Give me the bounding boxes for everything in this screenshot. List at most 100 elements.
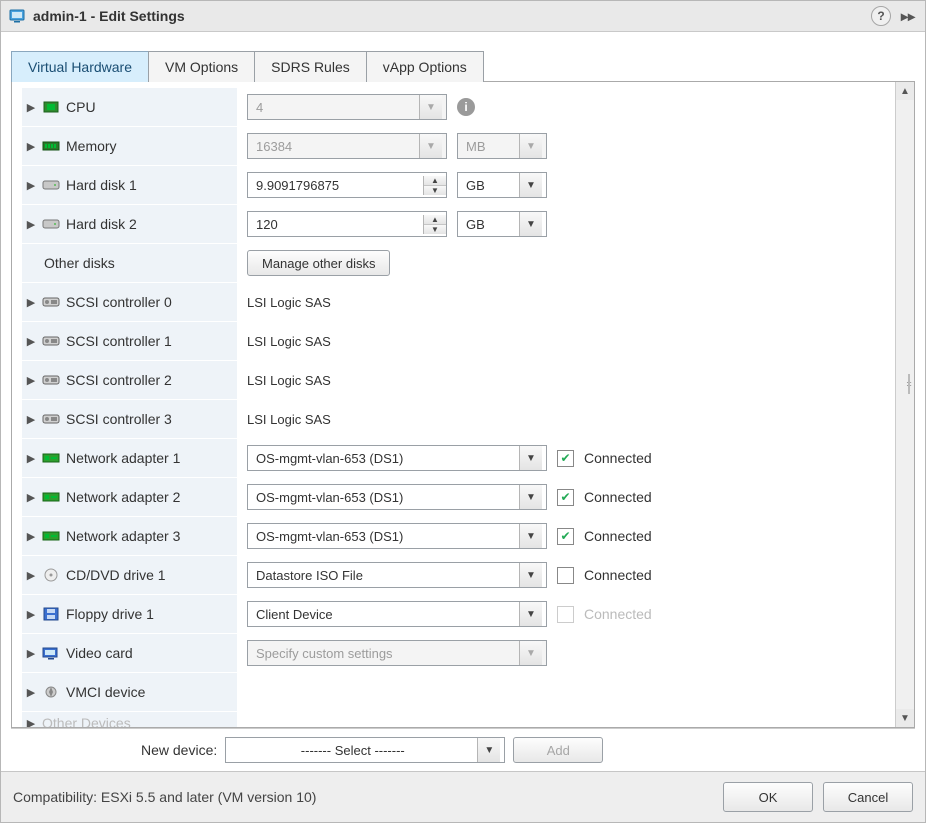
scroll-down-icon[interactable]: ▼: [896, 709, 914, 727]
row-video-card: ▶ Video card Specify custom settings ▼: [12, 634, 895, 673]
row-hard-disk-2: ▶ Hard disk 2 120 ▲▼ GB ▼: [12, 205, 895, 244]
hd2-unit-select[interactable]: GB ▼: [457, 211, 547, 237]
tab-vapp-options[interactable]: vApp Options: [366, 51, 484, 82]
info-icon[interactable]: i: [457, 98, 475, 116]
net3-connected-label: Connected: [584, 528, 652, 544]
expand-floppy[interactable]: ▶: [26, 608, 36, 621]
net2-label: Network adapter 2: [66, 489, 180, 505]
row-cd-dvd: ▶ CD/DVD drive 1 Datastore ISO File ▼ Co…: [12, 556, 895, 595]
chevron-down-icon: ▼: [419, 95, 442, 119]
chevron-down-icon: ▼: [477, 738, 500, 762]
cd-connected-checkbox[interactable]: [557, 567, 574, 584]
cd-dvd-icon: [42, 568, 60, 582]
expand-cpu[interactable]: ▶: [26, 101, 36, 114]
hd1-label: Hard disk 1: [66, 177, 137, 193]
expand-net3[interactable]: ▶: [26, 530, 36, 543]
titlebar: admin-1 - Edit Settings ? ▸▸: [1, 1, 925, 32]
hd1-unit-select[interactable]: GB ▼: [457, 172, 547, 198]
expand-net2[interactable]: ▶: [26, 491, 36, 504]
network-adapter-icon: [42, 529, 60, 543]
vertical-scrollbar[interactable]: ▲ ∷ ▼: [895, 82, 914, 727]
scroll-up-icon[interactable]: ▲: [896, 82, 914, 100]
ok-button[interactable]: OK: [723, 782, 813, 812]
scsi1-value: LSI Logic SAS: [247, 334, 331, 349]
chevron-down-icon: ▼: [519, 134, 542, 158]
expand-hd2[interactable]: ▶: [26, 218, 36, 231]
stepper-down-icon[interactable]: ▼: [424, 225, 446, 234]
stepper-up-icon[interactable]: ▲: [424, 176, 446, 186]
cancel-button[interactable]: Cancel: [823, 782, 913, 812]
memory-unit-select[interactable]: MB ▼: [457, 133, 547, 159]
vmci-label: VMCI device: [66, 684, 145, 700]
scsi1-label: SCSI controller 1: [66, 333, 172, 349]
row-floppy: ▶ Floppy drive 1 Client Device ▼ Connect…: [12, 595, 895, 634]
row-scsi-3: ▶ SCSI controller 3 LSI Logic SAS: [12, 400, 895, 439]
expand-video[interactable]: ▶: [26, 647, 36, 660]
tab-vm-options[interactable]: VM Options: [148, 51, 255, 82]
expand-scsi0[interactable]: ▶: [26, 296, 36, 309]
tab-virtual-hardware[interactable]: Virtual Hardware: [11, 51, 149, 82]
compatibility-text: Compatibility: ESXi 5.5 and later (VM ve…: [13, 789, 316, 805]
row-hard-disk-1: ▶ Hard disk 1 9.9091796875 ▲▼ GB: [12, 166, 895, 205]
expand-button[interactable]: ▸▸: [899, 7, 917, 25]
expand-hd1[interactable]: ▶: [26, 179, 36, 192]
edit-settings-dialog: admin-1 - Edit Settings ? ▸▸ Virtual Har…: [0, 0, 926, 823]
chevron-down-icon: ▼: [519, 602, 542, 626]
memory-label: Memory: [66, 138, 117, 154]
vm-icon: [9, 8, 25, 24]
stepper-down-icon[interactable]: ▼: [424, 186, 446, 195]
expand-net1[interactable]: ▶: [26, 452, 36, 465]
scsi0-value: LSI Logic SAS: [247, 295, 331, 310]
cpu-select[interactable]: 4 ▼: [247, 94, 447, 120]
hd2-size-input[interactable]: 120 ▲▼: [247, 211, 447, 237]
add-device-button[interactable]: Add: [513, 737, 603, 763]
memory-input[interactable]: 16384 ▼: [247, 133, 447, 159]
row-scsi-1: ▶ SCSI controller 1 LSI Logic SAS: [12, 322, 895, 361]
tab-strip: Virtual Hardware VM Options SDRS Rules v…: [11, 50, 915, 81]
expand-scsi2[interactable]: ▶: [26, 374, 36, 387]
hd1-size-input[interactable]: 9.9091796875 ▲▼: [247, 172, 447, 198]
other-disks-label: Other disks: [44, 255, 115, 271]
vmci-icon: [42, 685, 60, 699]
expand-vmci[interactable]: ▶: [26, 686, 36, 699]
net3-connected-checkbox[interactable]: [557, 528, 574, 545]
net2-select[interactable]: OS-mgmt-vlan-653 (DS1) ▼: [247, 484, 547, 510]
expand-scsi3[interactable]: ▶: [26, 413, 36, 426]
expand-cd[interactable]: ▶: [26, 569, 36, 582]
net2-connected-checkbox[interactable]: [557, 489, 574, 506]
net1-label: Network adapter 1: [66, 450, 180, 466]
expand-other[interactable]: ▶: [26, 717, 36, 728]
net2-connected-label: Connected: [584, 489, 652, 505]
video-card-icon: [42, 646, 60, 660]
manage-other-disks-button[interactable]: Manage other disks: [247, 250, 390, 276]
net3-select[interactable]: OS-mgmt-vlan-653 (DS1) ▼: [247, 523, 547, 549]
scsi3-value: LSI Logic SAS: [247, 412, 331, 427]
expand-memory[interactable]: ▶: [26, 140, 36, 153]
expand-scsi1[interactable]: ▶: [26, 335, 36, 348]
row-network-1: ▶ Network adapter 1 OS-mgmt-vlan-653 (DS…: [12, 439, 895, 478]
scroll-grip-icon[interactable]: ∷: [908, 374, 910, 394]
row-other-devices: ▶ Other Devices: [12, 712, 895, 727]
hd2-label: Hard disk 2: [66, 216, 137, 232]
chevron-down-icon: ▼: [519, 485, 542, 509]
chevron-down-icon: ▼: [419, 134, 442, 158]
dialog-footer: Compatibility: ESXi 5.5 and later (VM ve…: [1, 771, 925, 822]
scsi2-label: SCSI controller 2: [66, 372, 172, 388]
stepper-up-icon[interactable]: ▲: [424, 215, 446, 225]
net1-select[interactable]: OS-mgmt-vlan-653 (DS1) ▼: [247, 445, 547, 471]
new-device-select[interactable]: ------- Select ------- ▼: [225, 737, 505, 763]
scsi2-value: LSI Logic SAS: [247, 373, 331, 388]
help-button[interactable]: ?: [871, 6, 891, 26]
chevron-down-icon: ▼: [519, 563, 542, 587]
chevron-down-icon: ▼: [519, 173, 542, 197]
hardware-list: ▶ CPU 4 ▼ i: [12, 82, 895, 727]
tab-sdrs-rules[interactable]: SDRS Rules: [254, 51, 367, 82]
scsi3-label: SCSI controller 3: [66, 411, 172, 427]
row-vmci-device: ▶ VMCI device: [12, 673, 895, 712]
net1-connected-checkbox[interactable]: [557, 450, 574, 467]
scsi-controller-icon: [42, 373, 60, 387]
floppy-select[interactable]: Client Device ▼: [247, 601, 547, 627]
other-devices-label: Other Devices: [42, 715, 131, 727]
cd-select[interactable]: Datastore ISO File ▼: [247, 562, 547, 588]
video-select[interactable]: Specify custom settings ▼: [247, 640, 547, 666]
